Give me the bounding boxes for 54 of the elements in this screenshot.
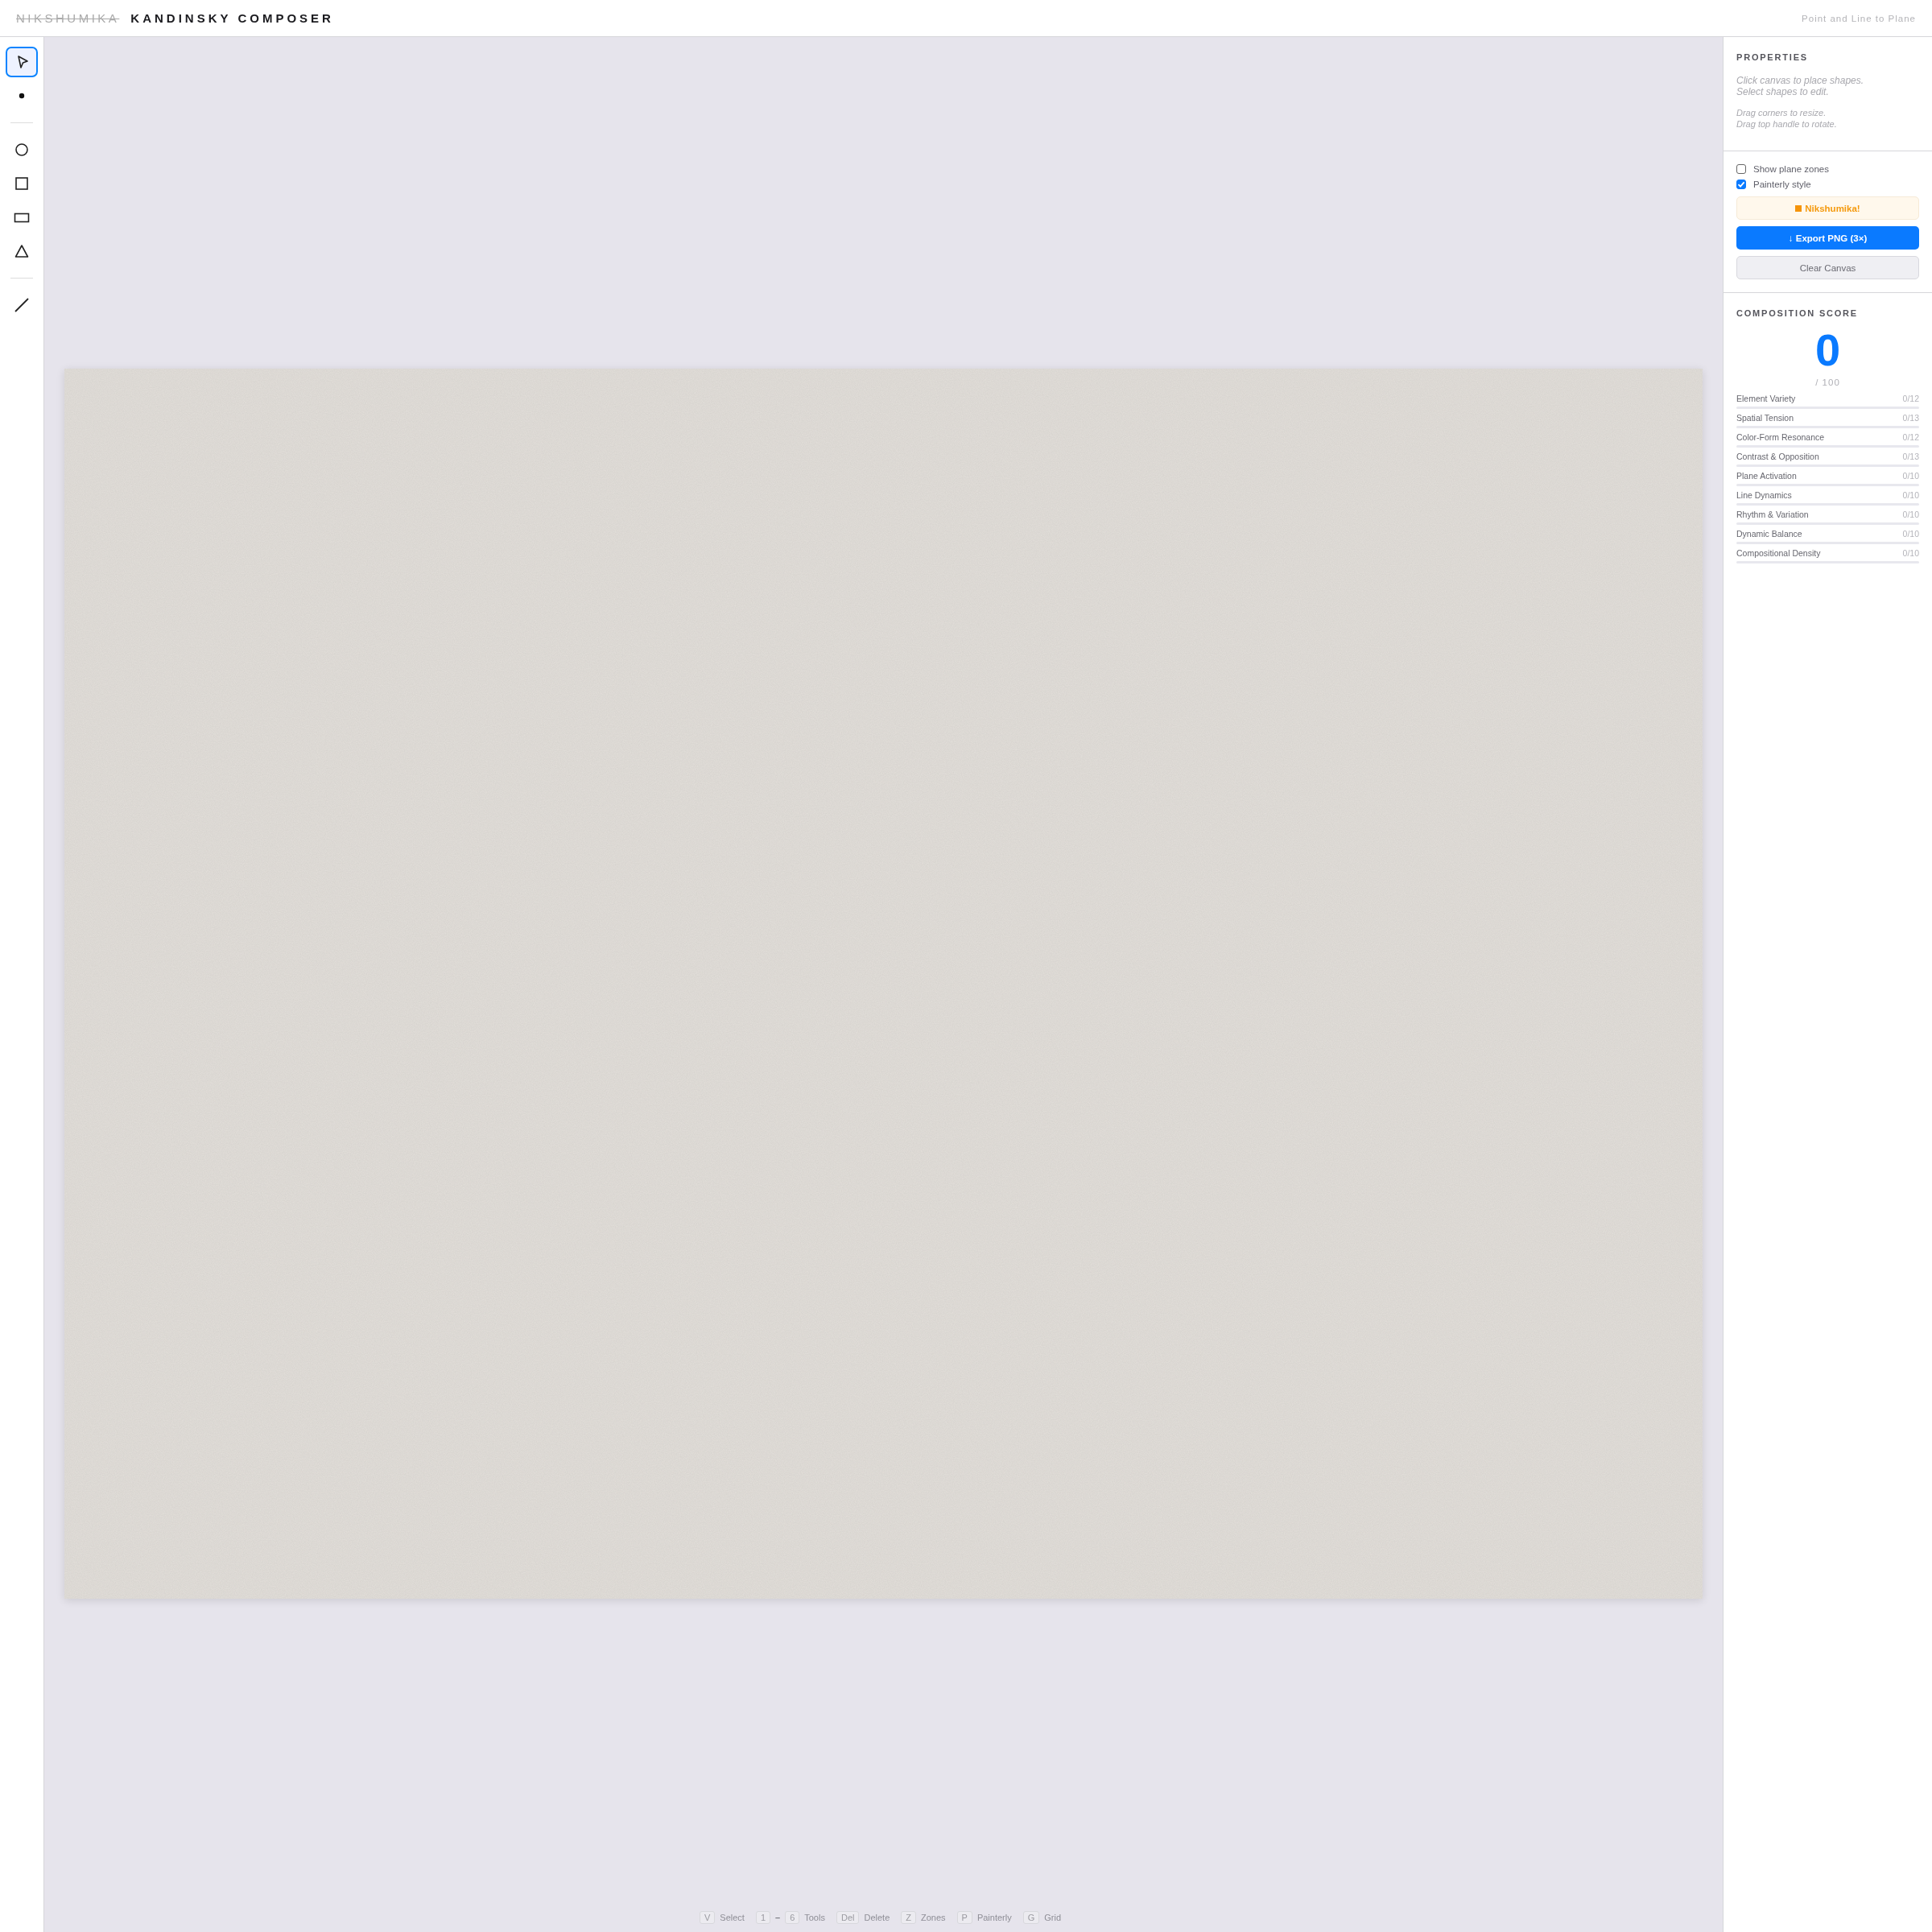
key-cap: Z — [901, 1911, 916, 1924]
hint-text: Click canvas to place shapes. Select shapes to edit. — [1736, 75, 1865, 97]
criterion-label: Plane Activation — [1736, 471, 1797, 481]
key-cap: 6 — [785, 1911, 800, 1924]
key-cap: P — [956, 1911, 972, 1924]
key-cap: Del — [836, 1911, 860, 1924]
tool-button[interactable] — [6, 47, 38, 77]
criterion-score: 0/10 — [1902, 510, 1919, 519]
criterion-score: 0/10 — [1902, 548, 1919, 558]
clear-button[interactable]: Clear Canvas — [1736, 256, 1919, 279]
app-subtitle: Point and Line to Plane — [1802, 13, 1916, 23]
checkbox-label: Show plane zones — [1753, 164, 1829, 174]
criterion-score: 0/13 — [1902, 413, 1919, 423]
app-title: KANDINSKY COMPOSER — [130, 11, 334, 25]
criterion-score: 0/10 — [1902, 471, 1919, 481]
square-icon — [1795, 204, 1802, 212]
nikshumika-button[interactable]: Nikshumika! — [1736, 196, 1919, 220]
checkbox[interactable] — [1736, 164, 1746, 174]
brand-name: NIKSHUMIKA — [16, 11, 120, 25]
circle-icon — [13, 141, 31, 159]
key-cap: V — [699, 1911, 716, 1924]
criterion-score: 0/12 — [1902, 394, 1919, 403]
export-button[interactable]: ↓ Export PNG (3×) — [1736, 226, 1919, 250]
key-cap: G — [1022, 1911, 1040, 1924]
section-heading: PROPERTIES — [1736, 52, 1809, 62]
criterion-score: 0/10 — [1902, 529, 1919, 539]
criterion-label: Color-Form Resonance — [1736, 432, 1825, 442]
shortcut-label: Tools — [804, 1913, 825, 1922]
shortcut-label: Painterly — [976, 1913, 1012, 1922]
criterion-score: 0/10 — [1902, 490, 1919, 500]
line-icon — [13, 296, 31, 314]
square-icon — [13, 175, 31, 192]
criterion-label: Element Variety — [1736, 394, 1796, 403]
criterion-label: Compositional Density — [1736, 548, 1821, 558]
key-cap: 1 — [755, 1911, 770, 1924]
criterion-label: Spatial Tension — [1736, 413, 1794, 423]
score-max: / 100 — [1814, 378, 1841, 387]
hint-text: Drag corners to resize. Drag top handle to rotate. — [1736, 107, 1838, 130]
shortcut-label: Delete — [864, 1913, 890, 1922]
shortcut-label: Select — [720, 1913, 745, 1922]
shortcut-label: Zones — [921, 1913, 946, 1922]
triangle-icon — [13, 242, 31, 260]
key-separator: – — [775, 1913, 781, 1922]
score-value: 0 — [1814, 328, 1842, 373]
criterion-label: Contrast & Opposition — [1736, 452, 1819, 461]
criterion-score: 0/12 — [1902, 432, 1919, 442]
shortcut-label: Grid — [1044, 1913, 1062, 1922]
criterion-label: Line Dynamics — [1736, 490, 1792, 500]
criterion-label: Dynamic Balance — [1736, 529, 1802, 539]
section-heading: COMPOSITION SCORE — [1736, 308, 1859, 318]
checkbox[interactable] — [1736, 180, 1746, 189]
criterion-score: 0/13 — [1902, 452, 1919, 461]
criterion-label: Rhythm & Variation — [1736, 510, 1809, 519]
checkbox-label: Painterly style — [1753, 180, 1811, 189]
